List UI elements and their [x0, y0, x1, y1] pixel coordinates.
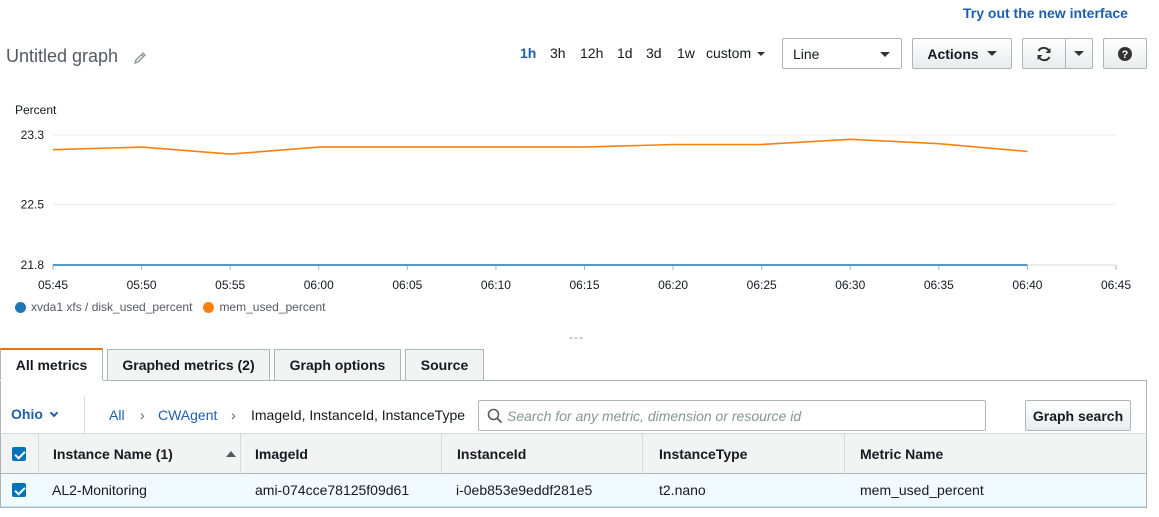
x-tick-label: 06:20 — [658, 278, 688, 292]
caret-down-icon — [986, 51, 997, 56]
column-header-instanceid[interactable]: InstanceId — [457, 434, 526, 473]
caret-down-icon — [757, 52, 766, 57]
select-all-cell — [12, 434, 26, 473]
caret-down-icon — [1074, 51, 1084, 56]
breadcrumb-dimensions: ImageId, InstanceId, InstanceType — [251, 407, 466, 423]
legend-swatch — [203, 301, 215, 313]
try-new-interface-link[interactable]: Try out the new interface — [963, 5, 1128, 21]
range-1w[interactable]: 1w — [677, 45, 695, 61]
range-1h[interactable]: 1h — [520, 45, 536, 61]
help-button[interactable]: ? — [1103, 38, 1147, 69]
y-axis-label: Percent — [15, 103, 57, 117]
x-tick-label: 06:35 — [924, 278, 954, 292]
sort-ascending-icon[interactable] — [226, 451, 236, 457]
cell-imageid: ami-074cce78125f09d61 — [255, 482, 410, 498]
range-custom[interactable]: custom — [706, 45, 766, 61]
column-divider — [240, 434, 241, 474]
tab-graphed-metrics[interactable]: Graphed metrics (2) — [107, 349, 270, 380]
cell-instance-name: AL2-Monitoring — [52, 482, 147, 498]
x-tick-label: 05:50 — [127, 278, 157, 292]
column-divider — [642, 434, 643, 474]
column-divider — [441, 434, 442, 474]
column-header-imageid[interactable]: ImageId — [255, 434, 308, 473]
range-3h[interactable]: 3h — [550, 45, 566, 61]
x-tick-label: 06:30 — [835, 278, 865, 292]
chevron-right-icon: › — [140, 407, 145, 423]
x-tick-label: 06:40 — [1012, 278, 1042, 292]
chart-legend: xvda1 xfs / disk_used_percent mem_used_p… — [15, 300, 337, 314]
y-tick-label: 21.8 — [21, 258, 45, 272]
range-12h[interactable]: 12h — [580, 45, 603, 61]
actions-label: Actions — [927, 45, 979, 62]
refresh-button[interactable] — [1022, 38, 1066, 69]
x-tick-label: 06:10 — [481, 278, 511, 292]
y-tick-label: 22.5 — [21, 197, 45, 211]
x-tick-label: 05:45 — [38, 278, 68, 292]
cell-instancetype: t2.nano — [659, 482, 706, 498]
divider — [84, 396, 85, 434]
legend-label: xvda1 xfs / disk_used_percent — [31, 300, 193, 314]
tab-source[interactable]: Source — [405, 349, 484, 380]
series-line-1 — [52, 138, 1028, 155]
x-tick-label: 06:45 — [1101, 278, 1131, 292]
breadcrumb-cwagent[interactable]: CWAgent — [158, 407, 217, 423]
graph-search-button[interactable]: Graph search — [1025, 400, 1131, 431]
metric-search-input[interactable] — [507, 405, 977, 427]
legend-item-disk[interactable]: xvda1 xfs / disk_used_percent — [15, 300, 192, 314]
row-select-cell — [12, 474, 26, 506]
x-tick-label: 06:05 — [392, 278, 422, 292]
cell-instanceid: i-0eb853e9eddf281e5 — [456, 482, 593, 498]
help-icon: ? — [1118, 46, 1132, 61]
row-checkbox[interactable] — [12, 483, 26, 497]
refresh-options-button[interactable] — [1065, 38, 1093, 69]
y-tick-label: 23.3 — [21, 128, 45, 142]
region-selector[interactable]: Ohio — [11, 406, 59, 422]
select-all-checkbox[interactable] — [12, 446, 26, 461]
legend-item-mem[interactable]: mem_used_percent — [203, 300, 326, 314]
range-3d[interactable]: 3d — [646, 45, 662, 61]
tab-graph-options[interactable]: Graph options — [274, 349, 401, 380]
legend-swatch — [15, 301, 26, 313]
resize-handle[interactable]: --- — [569, 330, 584, 344]
region-label: Ohio — [11, 406, 43, 422]
metrics-table: Instance Name (1) ImageId InstanceId Ins… — [0, 433, 1147, 508]
actions-button[interactable]: Actions — [912, 38, 1012, 69]
svg-text:?: ? — [1122, 49, 1129, 61]
x-tick-label: 06:25 — [747, 278, 777, 292]
x-tick-label: 06:00 — [304, 278, 334, 292]
pencil-icon[interactable] — [133, 51, 147, 65]
table-row[interactable]: AL2-Monitoring ami-074cce78125f09d61 i-0… — [1, 474, 1146, 507]
cell-metric-name: mem_used_percent — [860, 482, 984, 498]
chart-type-value: Line — [793, 46, 820, 62]
x-tick-label: 05:55 — [215, 278, 245, 292]
chevron-right-icon: › — [231, 407, 236, 423]
chart-type-select[interactable]: Line — [782, 38, 902, 69]
breadcrumb-all[interactable]: All — [109, 407, 125, 423]
line-chart: Percent 23.3 22.5 21.8 05:45 05:50 05:55 06:00 0… — [15, 103, 1131, 292]
refresh-icon — [1037, 46, 1051, 61]
tab-all-metrics[interactable]: All metrics — [0, 348, 103, 380]
x-tick-label: 06:15 — [569, 278, 599, 292]
caret-down-icon — [880, 52, 890, 57]
column-header-metric-name[interactable]: Metric Name — [860, 434, 943, 473]
custom-label: custom — [706, 45, 752, 61]
range-1d[interactable]: 1d — [617, 45, 633, 61]
column-header-instancetype[interactable]: InstanceType — [659, 434, 747, 473]
table-header: Instance Name (1) ImageId InstanceId Ins… — [1, 434, 1146, 474]
column-divider — [844, 434, 845, 474]
graph-title[interactable]: Untitled graph — [6, 46, 118, 67]
chevron-down-icon — [49, 408, 59, 418]
column-header-instance-name[interactable]: Instance Name (1) — [53, 434, 173, 473]
search-icon — [487, 408, 503, 424]
column-divider — [38, 434, 39, 474]
legend-label: mem_used_percent — [219, 300, 326, 314]
metric-search-box[interactable] — [478, 400, 986, 431]
